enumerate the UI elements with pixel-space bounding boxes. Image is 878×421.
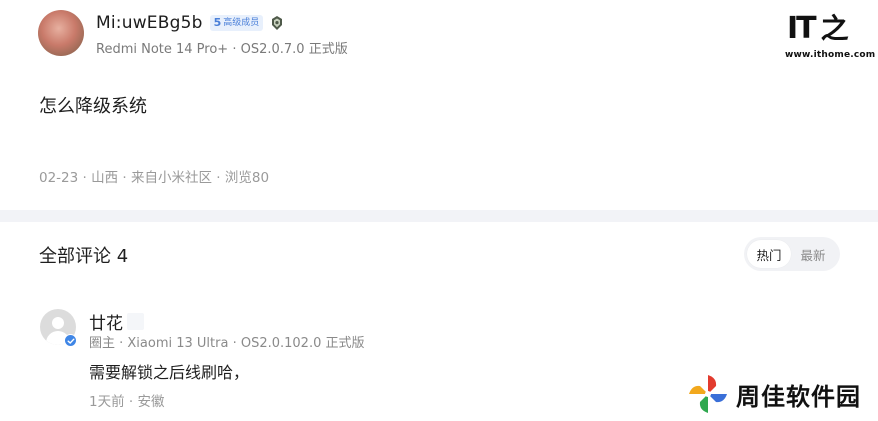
pinwheel-logo-icon [689, 375, 727, 413]
comment-meta: 1天前 · 安徽 [89, 394, 165, 410]
ithome-it-text: IT [787, 11, 817, 46]
section-divider [0, 210, 878, 222]
medal-icon [272, 16, 283, 30]
name-tag [127, 313, 144, 330]
level-label: 高级成员 [223, 18, 260, 28]
author-line: Mi:uwEBg5b 5 高级成员 [96, 12, 285, 34]
avatar-head-shape [52, 317, 64, 329]
comment-sort-toggle: 热门 最新 [744, 237, 840, 271]
post-body: 怎么降级系统 [39, 96, 147, 117]
zhoujia-name: 周佳软件园 [736, 382, 861, 411]
post-card: Mi:uwEBg5b 5 高级成员 Redmi Note 14 Pro+ · O… [0, 0, 878, 210]
ithome-mark: IT 之 [787, 12, 849, 46]
level-number: 5 [213, 16, 222, 29]
commenter-name[interactable]: 廿花 [89, 309, 123, 334]
comments-title: 全部评论 4 [39, 246, 129, 267]
author-name[interactable]: Mi:uwEBg5b [96, 13, 203, 33]
zhoujia-watermark: 周佳软件园 [686, 371, 861, 417]
ithome-url: www.ithome.com [785, 50, 876, 60]
sort-hot-button[interactable]: 热门 [747, 240, 791, 268]
sort-latest-button[interactable]: 最新 [791, 240, 835, 268]
commenter-role-device: 圈主 · Xiaomi 13 Ultra · OS2.0.102.0 正式版 [89, 336, 365, 351]
comment-text: 需要解锁之后线刷哈， [89, 363, 250, 382]
member-level-badge: 5 高级成员 [209, 15, 264, 31]
verified-icon [64, 334, 77, 347]
post-meta: 02-23 · 山西 · 来自小米社区 · 浏览80 [39, 170, 270, 186]
author-avatar[interactable] [38, 10, 84, 56]
ithome-glyph: 之 [820, 12, 849, 45]
commenter-name-line: 廿花 [89, 309, 144, 334]
ithome-watermark: IT 之 www.ithome.com [783, 10, 875, 62]
author-device-info: Redmi Note 14 Pro+ · OS2.0.7.0 正式版 [96, 42, 348, 57]
